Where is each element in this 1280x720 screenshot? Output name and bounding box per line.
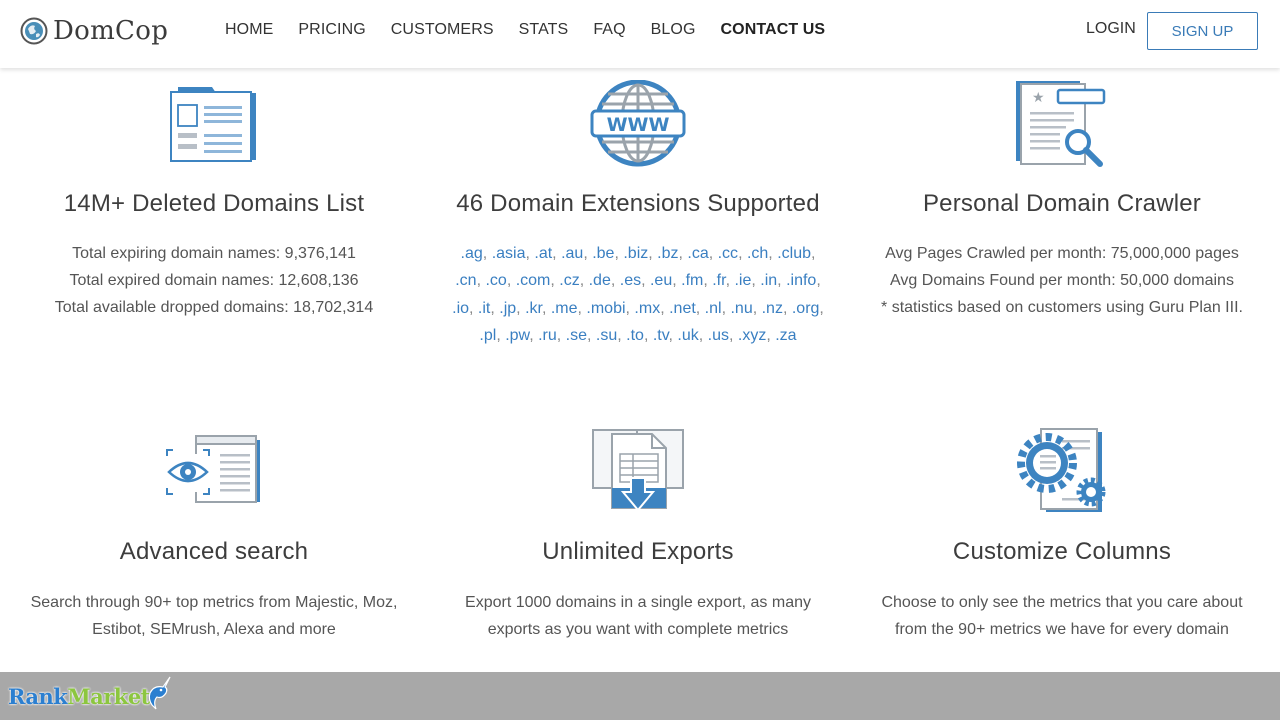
extension-link[interactable]: .in <box>760 272 777 289</box>
extension-link[interactable]: .nu <box>730 300 752 317</box>
stat-line: Total available dropped domains: 18,702,… <box>54 299 374 316</box>
document-list-icon <box>170 87 256 162</box>
watermark-text-a: Rank <box>8 683 68 709</box>
feature-domain-crawler: ★ Personal Domain Crawler Avg Pages Craw… <box>852 68 1272 368</box>
stat-line: * statistics based on customers using Gu… <box>881 299 1243 316</box>
extension-link[interactable]: .cc <box>718 245 738 262</box>
logo-text: DomCop <box>53 16 169 46</box>
description-line: Choose to only see the metrics that you … <box>881 594 1243 611</box>
feature-title: Advanced search <box>119 538 309 565</box>
feature-customize-columns: Customize Columns Choose to only see the… <box>852 420 1272 660</box>
domcop-globe-icon <box>20 17 48 45</box>
svg-text:★: ★ <box>1032 90 1045 106</box>
extension-link[interactable]: .org <box>792 300 820 317</box>
extension-link[interactable]: .be <box>592 245 614 262</box>
extension-link[interactable]: .se <box>566 327 587 344</box>
feature-unlimited-exports: Unlimited Exports Export 1000 domains in… <box>428 420 848 660</box>
nav-home[interactable]: HOME <box>225 21 273 39</box>
nav-customers[interactable]: CUSTOMERS <box>391 21 494 39</box>
nav-pricing[interactable]: PRICING <box>298 21 365 39</box>
eye-browser-icon <box>166 435 260 503</box>
extension-link[interactable]: .nz <box>762 300 783 317</box>
feature-advanced-search: Advanced search Search through 90+ top m… <box>4 420 424 660</box>
nav-blog[interactable]: BLOG <box>651 21 696 39</box>
extension-link[interactable]: .biz <box>623 245 648 262</box>
svg-text:WWW: WWW <box>607 114 670 136</box>
rankmarket-watermark: RankMarket <box>8 676 174 716</box>
export-download-icon <box>592 429 684 512</box>
description-line: from the 90+ metrics we have for every d… <box>895 621 1229 638</box>
extension-link[interactable]: .nl <box>705 300 722 317</box>
document-search-icon: ★ <box>1016 81 1106 167</box>
extension-link[interactable]: .ag <box>461 245 483 262</box>
unicorn-icon <box>148 676 171 710</box>
extension-link[interactable]: .at <box>534 245 552 262</box>
nav-faq[interactable]: FAQ <box>593 21 625 39</box>
extension-link[interactable]: .to <box>626 327 644 344</box>
www-globe-icon: WWW <box>590 80 686 167</box>
gear-settings-icon <box>1017 428 1106 512</box>
feature-title: 14M+ Deleted Domains List <box>63 190 365 217</box>
description-line: exports as you want with complete metric… <box>487 621 789 638</box>
domcop-logo[interactable]: DomCop <box>20 14 168 48</box>
description-line: Estibot, SEMrush, Alexa and more <box>92 621 336 638</box>
extension-link[interactable]: .info <box>786 272 816 289</box>
feature-title: 46 Domain Extensions Supported <box>456 190 820 217</box>
extension-link[interactable]: .kr <box>525 300 542 317</box>
login-link[interactable]: LOGIN <box>1086 20 1136 38</box>
extension-link[interactable]: .asia <box>492 245 526 262</box>
extension-link[interactable]: .club <box>777 245 811 262</box>
extension-link[interactable]: .za <box>775 327 796 344</box>
extension-link[interactable]: .io <box>452 300 469 317</box>
extension-link[interactable]: .ie <box>734 272 751 289</box>
watermark-text-b: Market <box>67 683 150 709</box>
nav-contact-us[interactable]: CONTACT US <box>721 21 826 39</box>
extension-link[interactable]: .xyz <box>738 327 766 344</box>
extension-link[interactable]: .com <box>516 272 551 289</box>
extension-link[interactable]: .jp <box>499 300 516 317</box>
description-line: Export 1000 domains in a single export, … <box>465 594 811 611</box>
stat-line: Total expired domain names: 12,608,136 <box>69 272 359 289</box>
extension-list: .ag, .asia, .at, .au, .be, .biz, .bz, .c… <box>452 245 824 344</box>
extension-link[interactable]: .de <box>589 272 611 289</box>
extension-link[interactable]: .cz <box>559 272 579 289</box>
feature-title: Unlimited Exports <box>542 538 734 565</box>
extension-link[interactable]: .su <box>596 327 617 344</box>
extension-link[interactable]: .co <box>485 272 506 289</box>
site-header: DomCop HOME PRICING CUSTOMERS STATS FAQ … <box>0 0 1280 68</box>
extension-link[interactable]: .mx <box>634 300 660 317</box>
extension-link[interactable]: .bz <box>657 245 678 262</box>
stat-line: Avg Domains Found per month: 50,000 doma… <box>890 272 1234 289</box>
extension-link[interactable]: .au <box>561 245 583 262</box>
extension-link[interactable]: .net <box>669 300 696 317</box>
extension-link[interactable]: .eu <box>650 272 672 289</box>
extension-link[interactable]: .es <box>620 272 641 289</box>
extension-link[interactable]: .tv <box>653 327 669 344</box>
extension-link[interactable]: .ca <box>687 245 708 262</box>
feature-domain-extensions: WWW 46 Domain Extensions Supported .ag, … <box>428 68 848 368</box>
description-line: Search through 90+ top metrics from Maje… <box>30 594 398 611</box>
feature-title: Customize Columns <box>952 538 1172 565</box>
extension-link[interactable]: .uk <box>677 327 698 344</box>
extension-link[interactable]: .it <box>478 300 490 317</box>
nav-stats[interactable]: STATS <box>519 21 569 39</box>
main-nav: HOME PRICING CUSTOMERS STATS FAQ BLOG CO… <box>225 0 850 60</box>
extension-link[interactable]: .cn <box>455 272 476 289</box>
extension-link[interactable]: .fr <box>712 272 725 289</box>
extension-link[interactable]: .me <box>551 300 578 317</box>
extension-link[interactable]: .ch <box>747 245 768 262</box>
extension-link[interactable]: .ru <box>538 327 557 344</box>
extension-link[interactable]: .pl <box>479 327 496 344</box>
extension-link[interactable]: .pw <box>505 327 529 344</box>
extension-link[interactable]: .fm <box>681 272 703 289</box>
extension-link[interactable]: .us <box>708 327 729 344</box>
stat-line: Avg Pages Crawled per month: 75,000,000 … <box>885 245 1239 262</box>
feature-deleted-domains: 14M+ Deleted Domains List Total expiring… <box>4 68 424 368</box>
stat-line: Total expiring domain names: 9,376,141 <box>72 245 356 262</box>
sign-up-button[interactable]: SIGN UP <box>1147 12 1258 50</box>
extension-link[interactable]: .mobi <box>586 300 625 317</box>
footer-bar <box>0 672 1280 720</box>
feature-title: Personal Domain Crawler <box>922 190 1202 217</box>
